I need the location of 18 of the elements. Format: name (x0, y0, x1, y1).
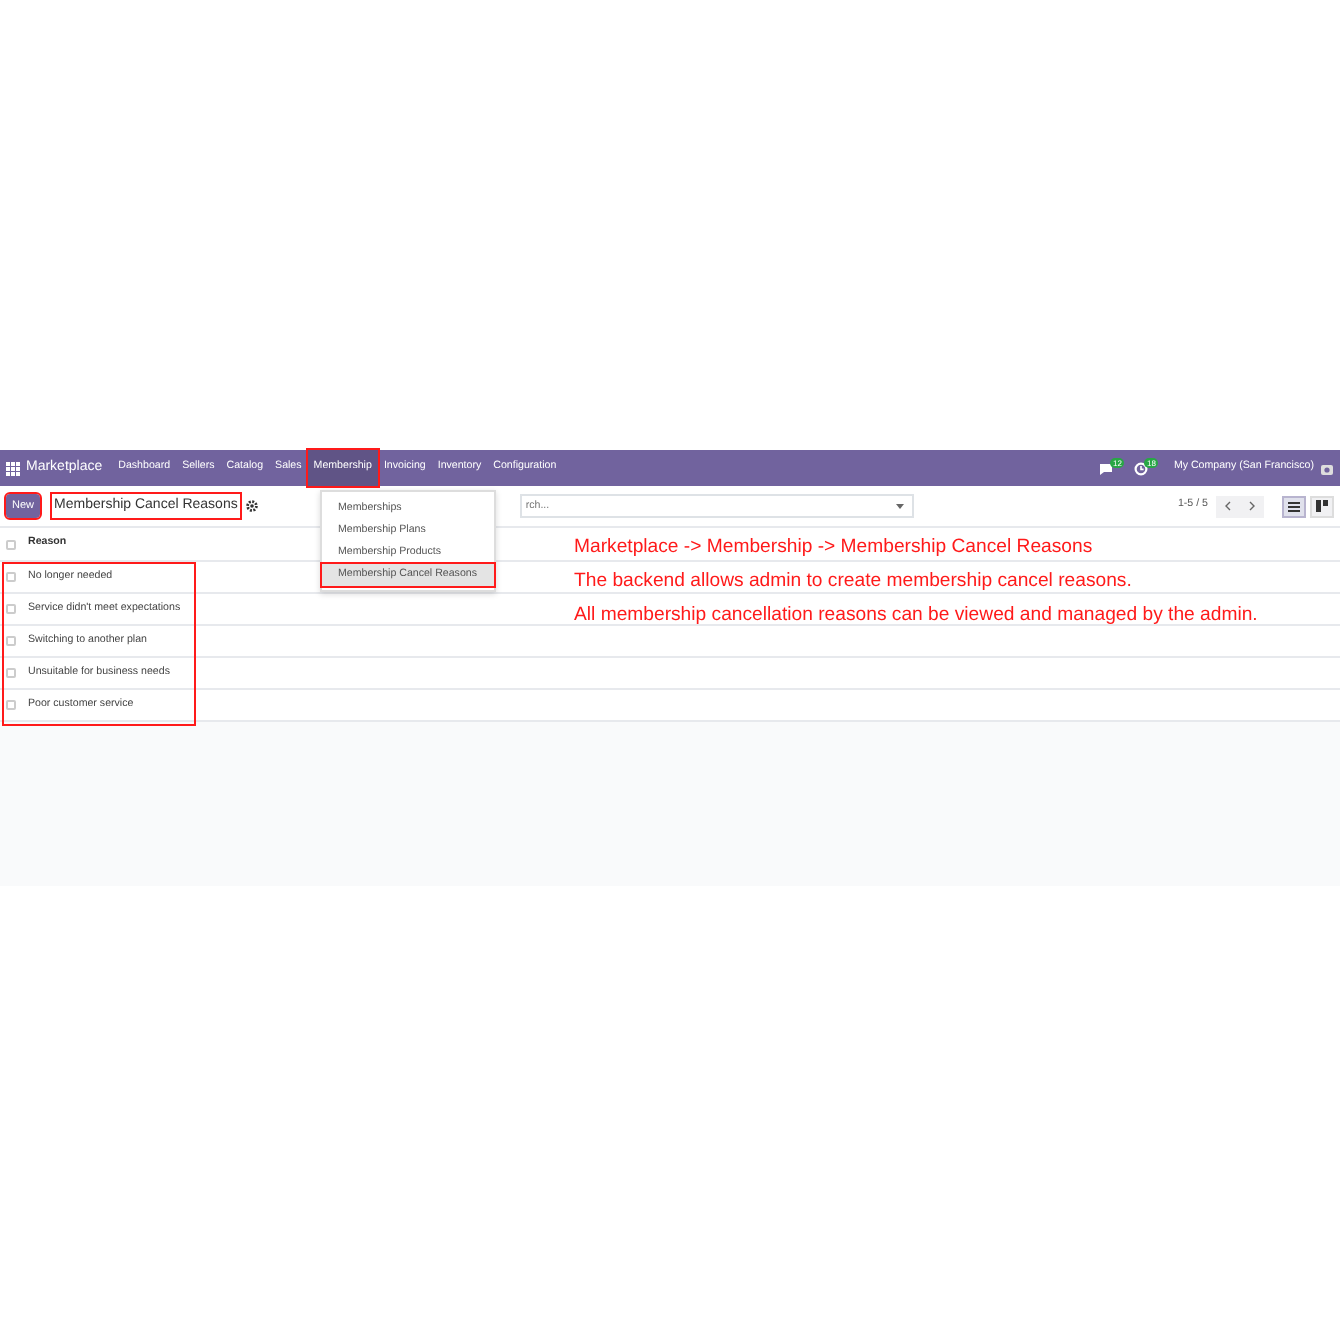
row-checkbox[interactable] (6, 636, 16, 646)
chat-icon[interactable] (1097, 461, 1114, 475)
annotation-text: All membership cancellation reasons can be viewed and managed by the admin. (574, 602, 1258, 630)
clock-icon[interactable] (1133, 461, 1148, 475)
select-all-checkbox[interactable] (6, 539, 16, 549)
kanban-icon[interactable] (1316, 500, 1328, 512)
annotation-text: Marketplace -> Membership -> Membership Cancel Reasons (574, 534, 1095, 562)
gear-icon[interactable] (245, 500, 258, 512)
row-checkbox[interactable] (6, 604, 16, 614)
apps-grid-icon[interactable] (6, 461, 20, 475)
list-view-button[interactable] (1282, 495, 1306, 517)
annotation-text: The backend allows admin to create membership cancel reasons. (574, 568, 1134, 596)
kanban-view-button[interactable] (1310, 495, 1334, 517)
list-icon[interactable] (1288, 501, 1300, 511)
company-icon[interactable] (1320, 461, 1334, 475)
row-checkbox[interactable] (6, 700, 16, 710)
row-checkbox[interactable] (6, 572, 16, 582)
row-checkbox[interactable] (6, 668, 16, 678)
